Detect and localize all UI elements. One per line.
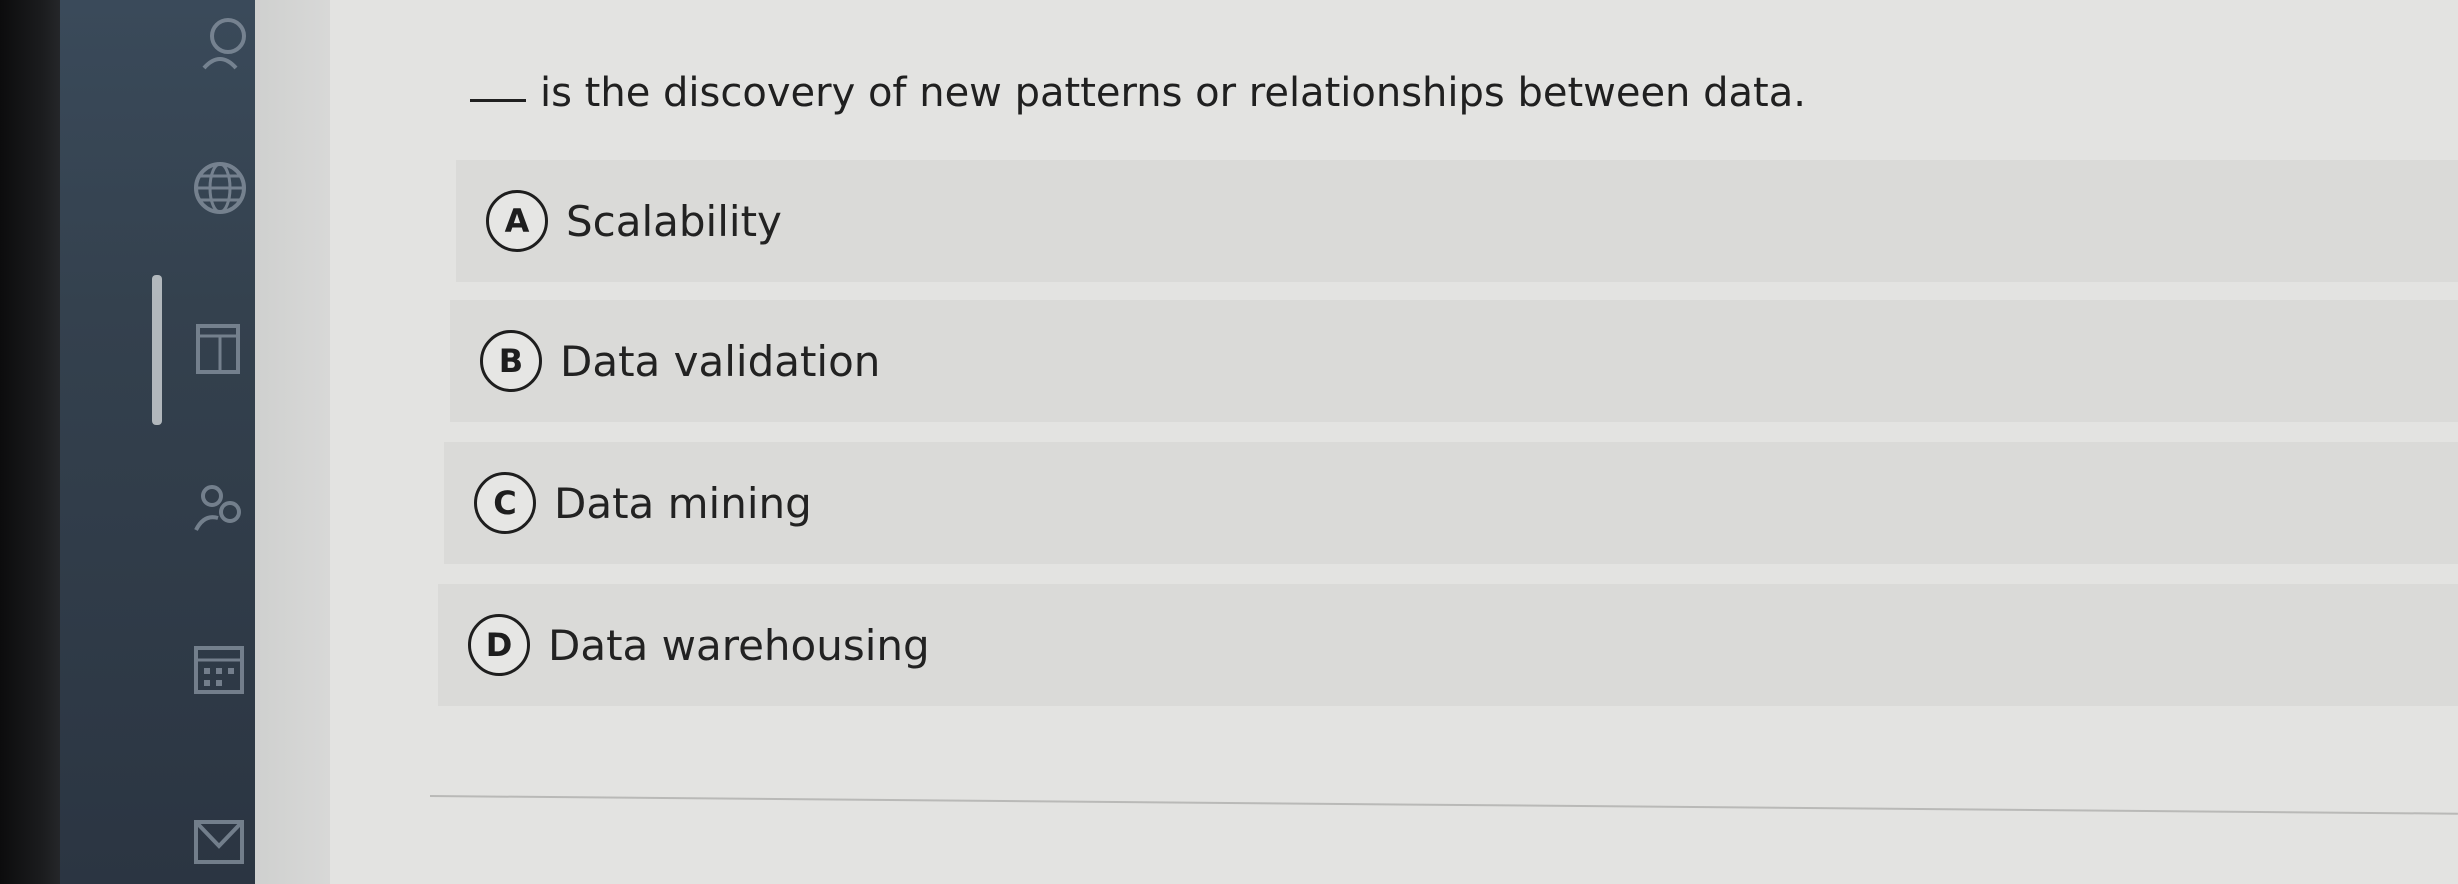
- screen: is the discovery of new patterns or rela…: [0, 0, 2458, 884]
- question-text: is the discovery of new patterns or rela…: [470, 70, 1806, 116]
- option-d-letter: D: [468, 614, 530, 676]
- globe-icon[interactable]: [190, 158, 250, 218]
- option-b[interactable]: B Data validation: [450, 300, 2458, 422]
- option-b-letter: B: [480, 330, 542, 392]
- profile-icon[interactable]: [190, 10, 250, 70]
- option-c[interactable]: C Data mining: [444, 442, 2458, 564]
- mail-icon[interactable]: [190, 812, 250, 872]
- option-a-label: Scalability: [566, 196, 782, 246]
- option-a-letter: A: [486, 190, 548, 252]
- option-b-label: Data validation: [560, 336, 881, 386]
- calendar-icon[interactable]: [190, 638, 250, 698]
- answer-blank: [470, 99, 526, 102]
- sidebar-active-indicator: [152, 275, 162, 425]
- option-c-letter: C: [474, 472, 536, 534]
- people-icon[interactable]: [190, 478, 250, 538]
- option-d-label: Data warehousing: [548, 620, 930, 670]
- option-a[interactable]: A Scalability: [456, 160, 2458, 282]
- sidebar: [60, 0, 260, 884]
- option-d[interactable]: D Data warehousing: [438, 584, 2458, 706]
- book-icon[interactable]: [190, 318, 250, 378]
- option-c-label: Data mining: [554, 478, 812, 528]
- question-stem: is the discovery of new patterns or rela…: [540, 70, 1806, 116]
